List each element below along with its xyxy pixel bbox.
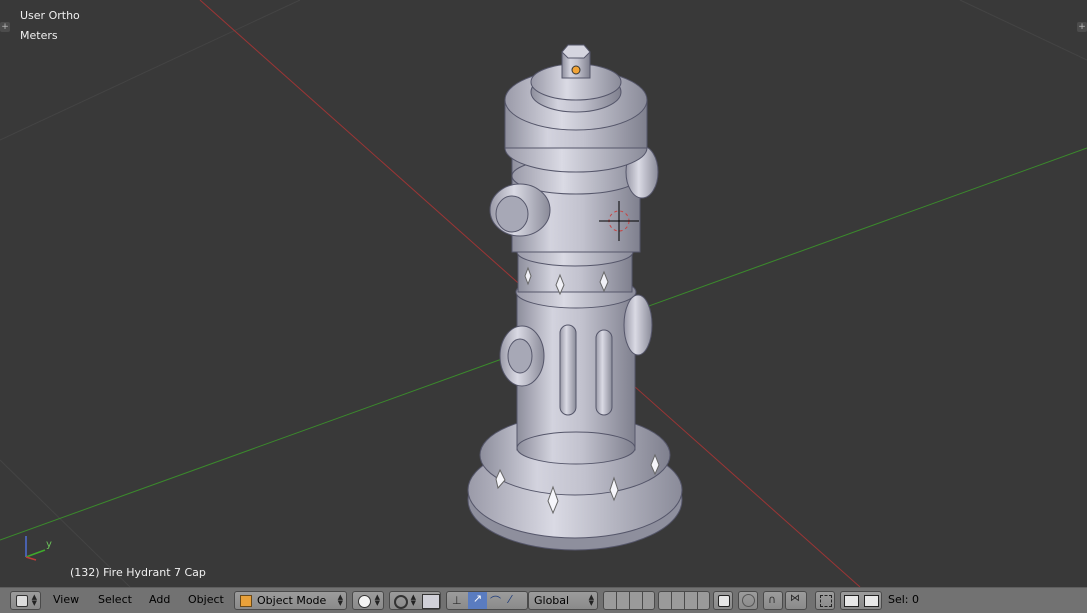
- axis-y-label: y: [46, 539, 52, 550]
- scene-canvas[interactable]: [0, 0, 1087, 587]
- transform-manipulators[interactable]: ⊥ ↗ ⌒ ⁄: [446, 591, 528, 610]
- chevron-updown-icon: ▲ ▼: [374, 593, 380, 607]
- plus-icon[interactable]: +: [0, 22, 10, 32]
- chevron-updown-icon: ▲ ▼: [31, 593, 37, 607]
- pivot-icon: [394, 595, 408, 609]
- scale-icon[interactable]: ⁄: [509, 593, 511, 606]
- snap-element-button[interactable]: ⋈: [785, 591, 807, 610]
- axis-gizmo: [25, 536, 46, 561]
- snap-button[interactable]: ∩: [763, 591, 783, 610]
- chevron-updown-icon: ▲ ▼: [410, 593, 416, 607]
- clapper-icon[interactable]: [864, 595, 879, 607]
- camera-icon[interactable]: [844, 595, 859, 607]
- mode-dropdown[interactable]: Object Mode ▲ ▼: [234, 591, 347, 610]
- lock-layers-button[interactable]: [713, 591, 733, 610]
- snap-target-icon: [820, 595, 832, 607]
- menu-object[interactable]: Object: [188, 593, 224, 606]
- chevron-updown-icon: ▲ ▼: [337, 593, 343, 607]
- render-group[interactable]: [840, 591, 882, 610]
- orientation-dropdown[interactable]: Global ▲ ▼: [528, 591, 598, 610]
- proportional-edit-button[interactable]: [738, 591, 758, 610]
- view-label: User Ortho: [20, 9, 80, 22]
- object-mode-icon: [240, 595, 252, 607]
- pivot-snap-group[interactable]: ▲ ▼: [389, 591, 441, 610]
- layers-group-2[interactable]: [658, 591, 710, 610]
- menu-select[interactable]: Select: [98, 593, 132, 606]
- lock-icon: [718, 595, 730, 607]
- chevron-updown-icon: ▲ ▼: [588, 593, 594, 607]
- menu-add[interactable]: Add: [149, 593, 170, 606]
- editor-type-button[interactable]: ▲ ▼: [10, 591, 41, 610]
- plus-icon[interactable]: +: [1077, 22, 1087, 32]
- rotate-icon[interactable]: ⌒: [490, 593, 501, 609]
- cube-icon: [16, 595, 28, 607]
- translate-icon[interactable]: ↗: [468, 592, 487, 609]
- mode-label: Object Mode: [257, 594, 327, 607]
- selection-count: Sel: 0: [888, 593, 920, 606]
- axis-toggle-icon[interactable]: ⊥: [452, 594, 462, 607]
- proportional-edit-icon: [742, 594, 755, 607]
- menu-view[interactable]: View: [53, 593, 79, 606]
- snap-element-icon: ⋈: [790, 593, 800, 604]
- magnet-icon: ∩: [768, 593, 777, 606]
- solid-shading-icon: [358, 595, 371, 608]
- manipulator-icon: [422, 594, 440, 609]
- fire-hydrant-model: [467, 44, 683, 551]
- snap-target-button[interactable]: [815, 591, 835, 610]
- 3d-viewport[interactable]: User Ortho Meters y (132) Fire Hydrant 7…: [0, 0, 1087, 587]
- viewport-header: ▲ ▼ View Select Add Object Object Mode ▲ ▼…: [0, 587, 1087, 613]
- object-info: (132) Fire Hydrant 7 Cap: [70, 566, 206, 579]
- units-label: Meters: [20, 29, 58, 42]
- shading-dropdown[interactable]: ▲ ▼: [352, 591, 384, 610]
- orientation-label: Global: [534, 594, 570, 607]
- layers-group-1[interactable]: [603, 591, 655, 610]
